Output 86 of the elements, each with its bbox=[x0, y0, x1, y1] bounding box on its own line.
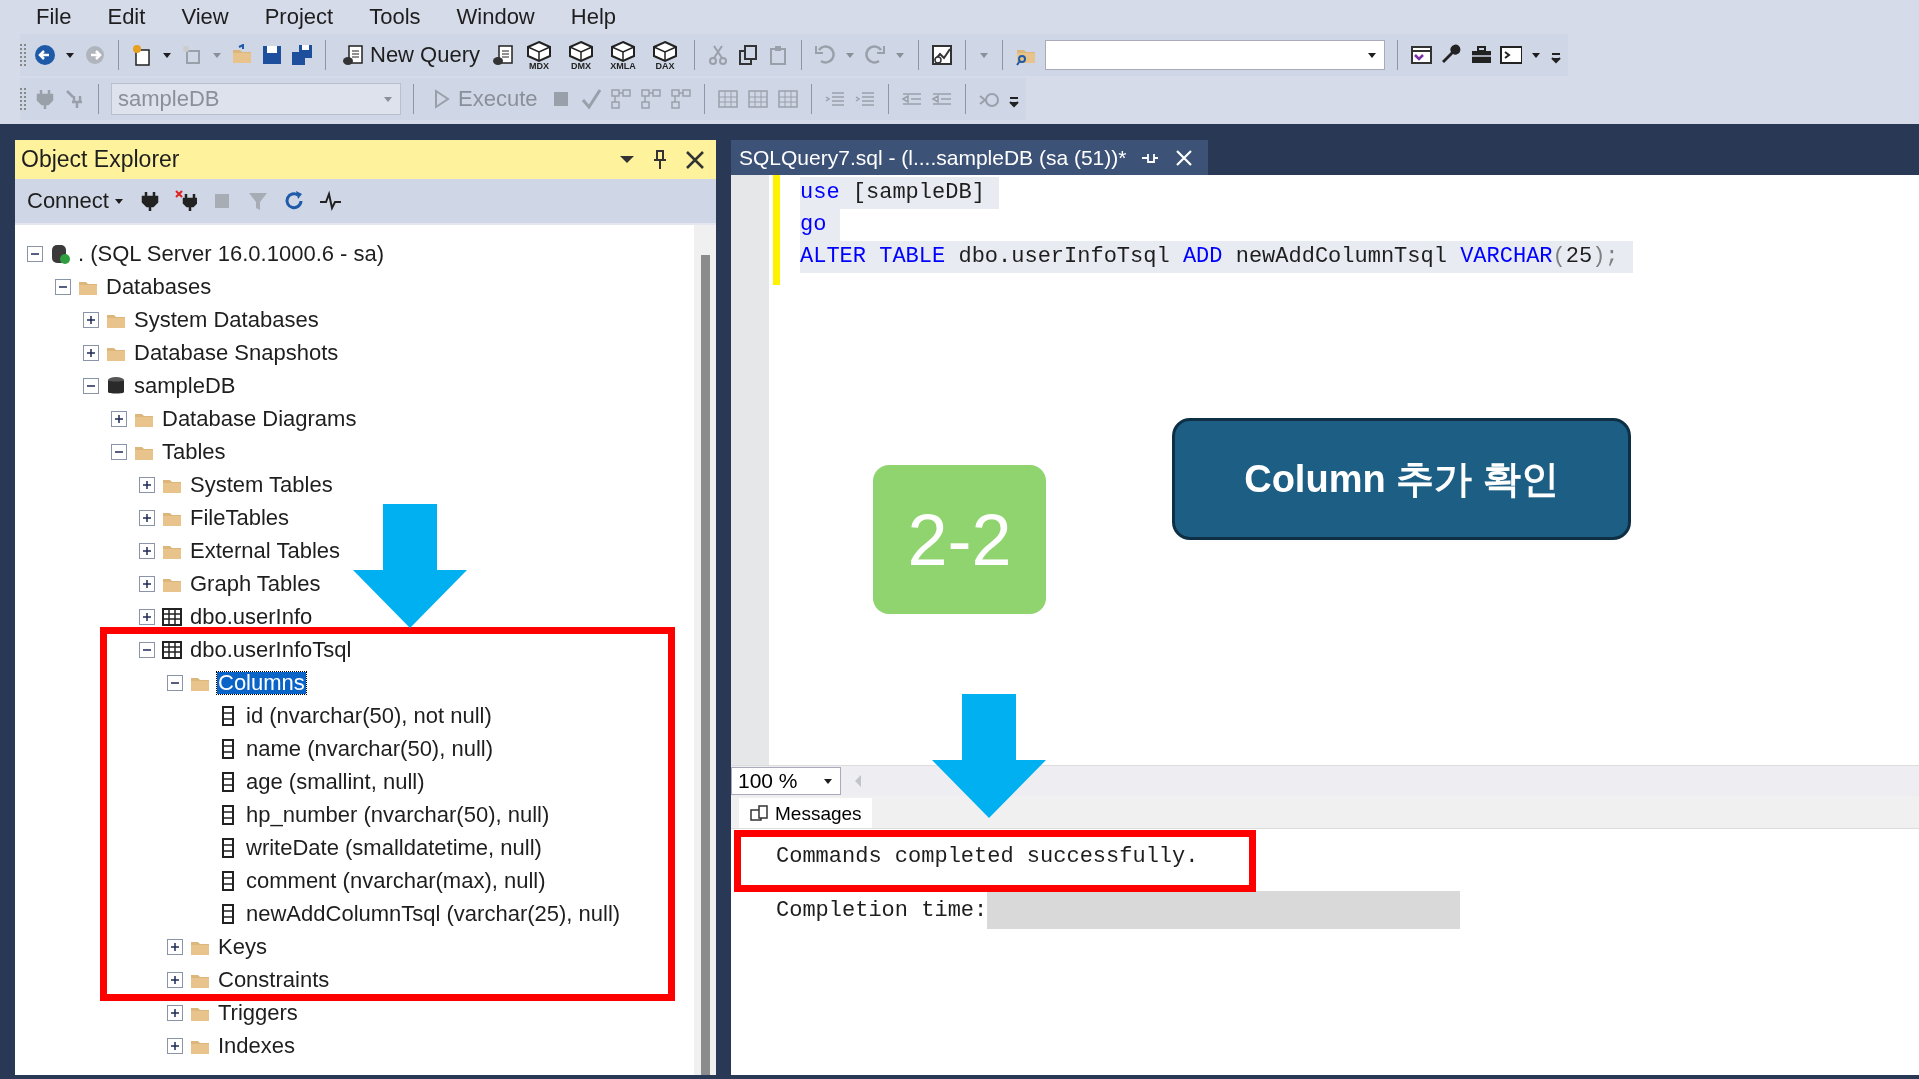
tree-item[interactable]: dbo.userInfoTsql bbox=[189, 638, 353, 661]
tree-item[interactable]: Tables bbox=[161, 440, 227, 463]
tree-item[interactable]: FileTables bbox=[189, 506, 291, 529]
window-icon[interactable] bbox=[1410, 44, 1433, 66]
collapse-icon[interactable] bbox=[83, 377, 99, 394]
menu-item[interactable]: Window bbox=[438, 4, 553, 30]
tree-item[interactable]: age (smallint, null) bbox=[245, 770, 426, 793]
expand-icon[interactable] bbox=[167, 971, 183, 988]
expand-icon[interactable] bbox=[83, 311, 99, 328]
terminal-icon[interactable] bbox=[1500, 44, 1523, 66]
copy-icon[interactable] bbox=[737, 44, 760, 66]
save-icon[interactable] bbox=[261, 44, 283, 66]
query-document-icon[interactable] bbox=[492, 44, 515, 66]
connect-button[interactable]: Connect bbox=[27, 188, 125, 214]
tree-item[interactable]: Constraints bbox=[217, 968, 331, 991]
menu-item[interactable]: Edit bbox=[89, 4, 164, 30]
tree-item[interactable]: name (nvarchar(50), null) bbox=[245, 737, 494, 760]
collapse-icon[interactable] bbox=[27, 245, 43, 262]
zoom-dropdown[interactable]: 100 % bbox=[731, 767, 841, 795]
expand-icon[interactable] bbox=[139, 608, 155, 625]
collapse-icon[interactable] bbox=[55, 278, 71, 295]
expand-icon[interactable] bbox=[139, 542, 155, 559]
expand-icon[interactable] bbox=[139, 575, 155, 592]
tree-item[interactable]: . (SQL Server 16.0.1000.6 - sa) bbox=[77, 242, 386, 265]
tree-item[interactable]: Database Snapshots bbox=[133, 341, 340, 364]
menu-item[interactable]: File bbox=[18, 4, 90, 30]
tree-item[interactable]: Database Diagrams bbox=[161, 407, 358, 430]
messages-icon[interactable] bbox=[749, 804, 769, 822]
save-all-icon[interactable] bbox=[291, 44, 313, 66]
tree-item[interactable]: System Tables bbox=[189, 473, 334, 496]
tree-item[interactable]: System Databases bbox=[133, 308, 320, 331]
tree-item[interactable]: Graph Tables bbox=[189, 572, 322, 595]
table-icon[interactable] bbox=[161, 638, 183, 661]
tree-item[interactable]: Keys bbox=[217, 935, 268, 958]
check-icon[interactable] bbox=[579, 88, 602, 110]
close-icon[interactable] bbox=[684, 148, 706, 171]
message-text: Commands completed successfully. bbox=[776, 844, 1199, 869]
tree-item[interactable]: Indexes bbox=[217, 1034, 297, 1057]
activity-chart-icon[interactable] bbox=[931, 44, 954, 66]
tree-item[interactable]: id (nvarchar(50), not null) bbox=[245, 704, 493, 727]
close-icon[interactable] bbox=[1174, 147, 1195, 168]
scrollbar[interactable] bbox=[694, 225, 716, 1075]
tree-item[interactable]: sampleDB bbox=[133, 374, 237, 397]
back-icon[interactable] bbox=[34, 44, 56, 66]
collapse-icon[interactable] bbox=[139, 641, 155, 658]
menu-item[interactable]: Help bbox=[552, 4, 634, 30]
tree-item[interactable]: Columns bbox=[217, 671, 306, 694]
tree-item[interactable]: writeDate (smalldatetime, null) bbox=[245, 836, 543, 859]
menu-item[interactable]: Project bbox=[246, 4, 352, 30]
tree-item[interactable]: hp_number (nvarchar(50), null) bbox=[245, 803, 551, 826]
panel-title: Object Explorer bbox=[21, 146, 180, 173]
open-folder-icon[interactable] bbox=[231, 44, 253, 66]
query-document-icon[interactable] bbox=[342, 44, 364, 66]
collapse-icon[interactable] bbox=[111, 443, 127, 460]
tree-item[interactable]: Triggers bbox=[217, 1001, 299, 1024]
tree-item[interactable]: External Tables bbox=[189, 539, 341, 562]
wrench-icon[interactable] bbox=[1440, 44, 1463, 66]
expand-icon[interactable] bbox=[139, 476, 155, 493]
message-text: Completion time: bbox=[776, 897, 988, 923]
new-document-icon[interactable] bbox=[131, 44, 153, 66]
toolbar-grip-icon[interactable] bbox=[20, 42, 26, 68]
menu-item[interactable]: View bbox=[163, 4, 247, 30]
expand-icon[interactable] bbox=[167, 1037, 183, 1054]
document-tab[interactable]: SQLQuery7.sql - (l....sampleDB (sa (51))* bbox=[731, 140, 1209, 175]
table-icon[interactable] bbox=[161, 605, 183, 628]
tree-item[interactable]: comment (nvarchar(max), null) bbox=[245, 869, 547, 892]
expand-icon[interactable] bbox=[139, 509, 155, 526]
server-icon[interactable] bbox=[49, 242, 71, 265]
messages-tab[interactable]: Messages bbox=[739, 798, 872, 828]
search-combo-field[interactable] bbox=[1045, 40, 1386, 70]
collapse-icon[interactable] bbox=[167, 674, 183, 691]
callout-label: Column 추가 확인 bbox=[1172, 418, 1631, 540]
tree-item[interactable]: dbo.userInfo bbox=[189, 605, 314, 628]
expand-icon[interactable] bbox=[111, 410, 127, 427]
toolbar-grip-icon[interactable] bbox=[20, 86, 26, 112]
toolbox-icon[interactable] bbox=[1470, 44, 1493, 66]
expand-icon[interactable] bbox=[83, 344, 99, 361]
expand-icon[interactable] bbox=[167, 938, 183, 955]
activity-pulse-icon[interactable] bbox=[318, 190, 343, 212]
expand-icon[interactable] bbox=[167, 1004, 183, 1021]
tree-item[interactable]: Databases bbox=[105, 275, 213, 298]
disconnect-icon[interactable] bbox=[174, 190, 197, 212]
tree-item[interactable]: newAddColumnTsql (varchar(25), null) bbox=[245, 902, 622, 925]
new-query-button[interactable]: New Query bbox=[338, 40, 485, 70]
step-label: 2-2 bbox=[873, 465, 1046, 614]
menu-item[interactable]: Tools bbox=[351, 4, 439, 30]
